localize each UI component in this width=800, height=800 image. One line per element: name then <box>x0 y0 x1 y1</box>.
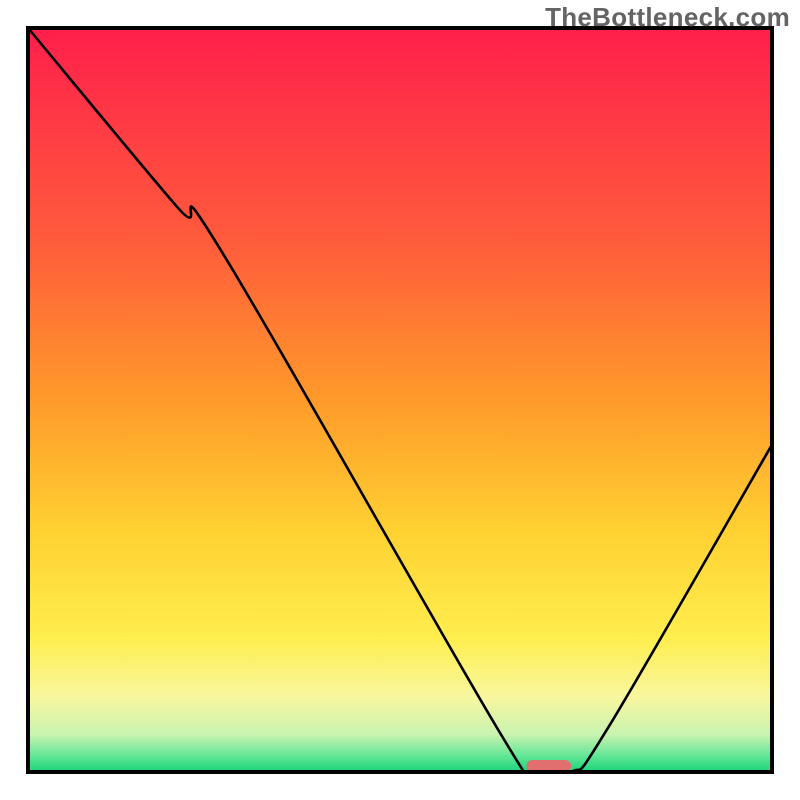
watermark-label: TheBottleneck.com <box>545 2 790 33</box>
bottleneck-chart <box>0 0 800 800</box>
chart-frame: TheBottleneck.com <box>0 0 800 800</box>
gradient-background <box>28 28 772 772</box>
